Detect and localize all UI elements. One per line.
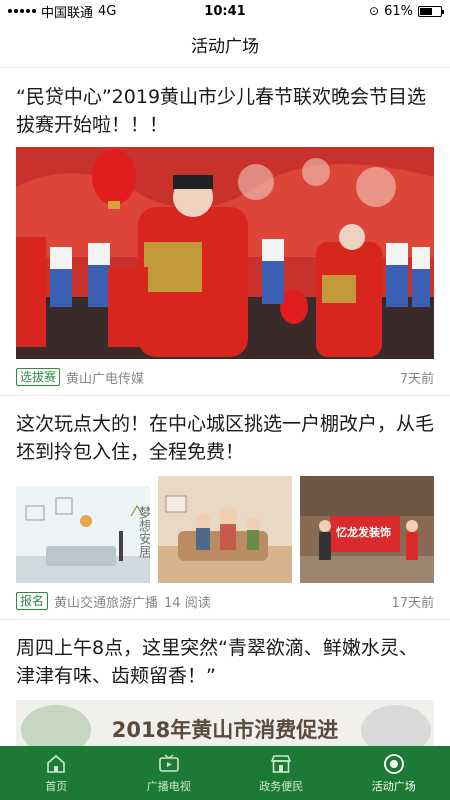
article-card[interactable]: 周四上午8点，这里突然“青翠欲滴、鲜嫩水灵、津津有味、齿颊留香！” 2018年黄… — [0, 620, 450, 746]
page-title: 活动广场 — [191, 37, 259, 57]
article-source: 黄山广电传媒 — [66, 371, 145, 387]
article-cover-image[interactable] — [16, 147, 434, 359]
category-tag: 选拔赛 — [16, 368, 61, 386]
tab-label: 活动广场 — [371, 779, 416, 793]
bottom-tab-bar: 首页 广播电视 政务便民 活动广场 — [0, 746, 450, 800]
shop-icon — [271, 754, 292, 773]
banner-text: 2018年黄山市消费促进 — [111, 718, 339, 742]
tab-label: 政务便民 — [259, 779, 304, 793]
article-image-illustration[interactable] — [158, 476, 292, 583]
orientation-lock-icon: ⊙ — [369, 4, 380, 18]
article-time: 7天前 — [399, 371, 434, 387]
article-image-row: 梦想安居 忆龙发装饰 — [16, 476, 434, 583]
article-card[interactable]: “民贷中心”2019黄山市少儿春节联欢晚会节目选拔赛开始啦！！！ 选拔赛 黄山广… — [0, 69, 450, 396]
article-time: 17天前 — [391, 595, 434, 611]
signal-icon — [8, 9, 36, 13]
activity-icon — [383, 753, 404, 774]
article-banner-image[interactable]: 2018年黄山市消费促进 — [16, 700, 434, 746]
clock: 10:41 — [204, 3, 246, 19]
battery-percent: 61% — [384, 3, 413, 19]
tv-icon — [158, 753, 179, 772]
article-meta: 选拔赛 黄山广电传媒 7天前 — [16, 359, 434, 395]
tab-label: 广播电视 — [146, 779, 191, 793]
network-label: 4G — [98, 3, 117, 19]
article-image-photo[interactable]: 忆龙发装饰 — [300, 476, 434, 583]
tab-government-services[interactable]: 政务便民 — [225, 746, 338, 800]
article-source: 黄山交通旅游广播 — [54, 595, 159, 611]
article-reads: 14 阅读 — [164, 595, 211, 611]
article-meta: 报名 黄山交通旅游广播 14 阅读 17天前 — [16, 583, 434, 619]
tab-label: 首页 — [45, 779, 68, 793]
article-image-interior[interactable]: 梦想安居 — [16, 476, 150, 583]
status-bar: 中国联通 4G 10:41 ⊙ 61% — [0, 0, 450, 22]
home-icon — [47, 754, 66, 773]
article-title[interactable]: 这次玩点大的！在中心城区挑选一户棚改户，从毛坯到拎包入住，全程免费！ — [16, 410, 434, 466]
tab-home[interactable]: 首页 — [0, 746, 113, 800]
image-caption: 梦想安居 — [136, 506, 150, 558]
article-card[interactable]: 这次玩点大的！在中心城区挑选一户棚改户，从毛坯到拎包入住，全程免费！ 梦想安居 — [0, 396, 450, 620]
article-title[interactable]: 周四上午8点，这里突然“青翠欲滴、鲜嫩水灵、津津有味、齿颊留香！” — [16, 634, 434, 690]
navigation-bar: 活动广场 — [0, 22, 450, 68]
category-tag: 报名 — [16, 592, 49, 610]
carrier-label: 中国联通 — [41, 5, 94, 21]
article-title[interactable]: “民贷中心”2019黄山市少儿春节联欢晚会节目选拔赛开始啦！！！ — [16, 83, 434, 139]
activity-feed[interactable]: “民贷中心”2019黄山市少儿春节联欢晚会节目选拔赛开始啦！！！ 选拔赛 黄山广… — [0, 69, 450, 746]
tab-activity-square[interactable]: 活动广场 — [338, 746, 450, 800]
image-caption: 忆龙发装饰 — [336, 526, 391, 539]
tab-broadcast-tv[interactable]: 广播电视 — [113, 746, 226, 800]
battery-icon — [418, 5, 444, 17]
